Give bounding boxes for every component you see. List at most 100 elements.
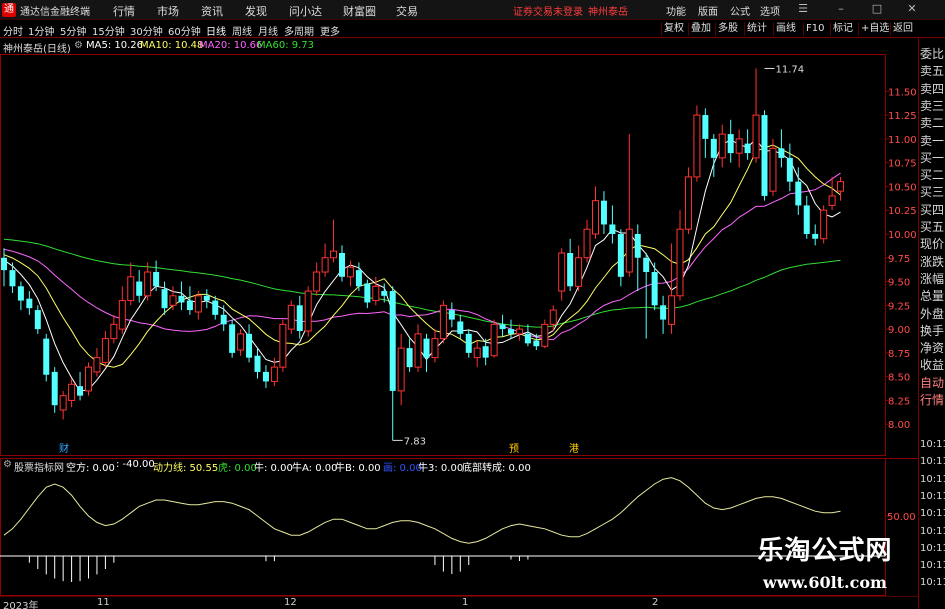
candle-body-up — [541, 323, 549, 347]
btn-tongji[interactable]: 统计 — [744, 22, 769, 36]
candle-body-up — [330, 250, 338, 259]
side-panel-item[interactable]: 10:11 — [920, 488, 945, 505]
candle-body-up — [85, 366, 92, 392]
candle-body-down — [761, 115, 768, 196]
side-panel-item[interactable]: 收益 — [920, 357, 945, 374]
candle-body-down — [364, 283, 371, 303]
btn-diejia[interactable]: 叠加 — [688, 22, 713, 36]
menu-jiaoyi[interactable]: 交易 — [396, 3, 418, 19]
close-icon[interactable]: ✕ — [905, 2, 919, 16]
low-annotation: 7.83 — [404, 436, 426, 447]
btn-zixuan[interactable]: +自选 — [858, 22, 891, 36]
period-fenshi[interactable]: 分时 — [3, 23, 23, 38]
side-panel-item[interactable]: 买一 — [920, 150, 945, 167]
period-weekly[interactable]: 周线 — [232, 23, 252, 38]
side-panel-item[interactable]: 买三 — [920, 184, 945, 201]
side-panel-item[interactable]: 10:11 — [920, 505, 945, 522]
side-panel-item[interactable]: 行情 — [920, 392, 945, 409]
side-panel-item[interactable]: 总量 — [920, 288, 945, 305]
side-panel-item[interactable]: 卖一 — [920, 133, 945, 150]
period-1min[interactable]: 1分钟 — [28, 23, 54, 38]
btn-huaxian[interactable]: 画线 — [773, 22, 798, 36]
settings-icon[interactable]: ⚙ — [74, 40, 83, 51]
menu-shichang[interactable]: 市场 — [157, 3, 179, 19]
period-monthly[interactable]: 月线 — [258, 23, 278, 38]
candle-body-down — [389, 291, 396, 391]
menu-caifuquan[interactable]: 财富圈 — [343, 3, 376, 19]
side-panel-item[interactable]: 10:11 — [920, 453, 945, 470]
watermark-url: www.60lt.com — [763, 573, 887, 592]
side-panel-item[interactable]: 外盘 — [920, 306, 945, 323]
menu-gongshi[interactable]: 公式 — [730, 3, 750, 18]
side-panel-item[interactable]: 净资 — [920, 340, 945, 357]
candle-body-up — [693, 114, 701, 178]
period-30min[interactable]: 30分钟 — [130, 23, 163, 38]
minimize-icon[interactable]: – — [834, 2, 848, 16]
menu-faxian[interactable]: 发现 — [245, 3, 267, 19]
btn-duogu[interactable]: 多股 — [715, 22, 740, 36]
price-tick-label: 11.25 — [888, 111, 917, 122]
candle-body-up — [321, 257, 329, 273]
btn-fuquan[interactable]: 复权 — [661, 22, 686, 36]
menu-bar: 通 通达信金融终端 行情 市场 资讯 发现 问小达 财富圈 交易 证券交易未登录… — [0, 0, 945, 20]
side-panel-item[interactable]: 自动 — [920, 375, 945, 392]
candle-body-up — [735, 138, 743, 154]
period-multi[interactable]: 多周期 — [284, 23, 314, 38]
event-marker: 财 — [59, 442, 69, 455]
price-tick-label: 8.75 — [888, 349, 910, 360]
candle-body-down — [43, 338, 50, 375]
side-panel-item[interactable]: 买二 — [920, 167, 945, 184]
candle-body-down — [262, 371, 269, 382]
kline-chart[interactable]: 11.50 11.25 11.00 10.75 10.50 10.25 10.00 9.75 9… — [0, 54, 918, 456]
maximize-icon[interactable]: □ — [870, 2, 884, 16]
side-panel-item[interactable]: 卖二 — [920, 115, 945, 132]
period-5min[interactable]: 5分钟 — [60, 23, 86, 38]
side-panel-item[interactable]: 委比 — [920, 46, 945, 63]
period-15min[interactable]: 15分钟 — [92, 23, 125, 38]
menu-wenxiaoda[interactable]: 问小达 — [289, 3, 322, 19]
date-label: 1 — [462, 597, 469, 608]
side-panel-item[interactable]: 卖三 — [920, 98, 945, 115]
menu-zixun[interactable]: 资讯 — [201, 3, 223, 19]
period-more[interactable]: 更多 — [320, 23, 340, 38]
side-panel-item[interactable]: 10:11 — [920, 471, 945, 488]
price-tick-label: 11.50 — [888, 87, 917, 98]
side-panel-item[interactable]: 涨幅 — [920, 271, 945, 288]
price-tick-label: 10.00 — [888, 230, 917, 241]
login-warning[interactable]: 证券交易未登录 — [513, 3, 583, 18]
side-panel-item[interactable]: 现价 — [920, 236, 945, 253]
candle-body-down — [508, 329, 514, 334]
btn-biaoji[interactable]: 标记 — [830, 22, 855, 36]
candle-body-up — [515, 328, 523, 335]
candle-body-down — [482, 346, 489, 358]
legend-ma5: MA5: 10.26 — [86, 40, 144, 51]
side-panel-item[interactable]: 卖五 — [920, 63, 945, 80]
side-panel-item[interactable]: 买五 — [920, 219, 945, 236]
date-label: 2023年 — [3, 601, 39, 609]
menu-gongneng[interactable]: 功能 — [666, 3, 686, 18]
candle-body-up — [270, 366, 278, 382]
candle-body-down — [803, 205, 810, 234]
period-daily[interactable]: 日线 — [206, 23, 226, 38]
side-panel-item[interactable]: 10:11 — [920, 557, 945, 574]
candle-body-down — [355, 270, 362, 287]
candle-body-down — [465, 333, 472, 353]
side-panel-item[interactable]: 10:11 — [920, 574, 945, 591]
candle-body-up — [752, 114, 760, 159]
side-panel-item[interactable]: 涨跌 — [920, 254, 945, 271]
menu-hangqing[interactable]: 行情 — [113, 3, 135, 19]
side-panel-item[interactable]: 10:11 — [920, 540, 945, 557]
side-panel-item[interactable]: 买四 — [920, 202, 945, 219]
candle-body-up — [144, 271, 152, 297]
period-60min[interactable]: 60分钟 — [168, 23, 201, 38]
side-panel-item[interactable]: 换手 — [920, 323, 945, 340]
btn-f10[interactable]: F10 — [803, 22, 826, 36]
candle-body-down — [423, 338, 430, 358]
menu-xuanxiang[interactable]: 选项 — [760, 3, 780, 18]
btn-fanhui[interactable]: 返回 — [890, 22, 915, 36]
side-panel-item[interactable]: 10:11 — [920, 436, 945, 453]
menu-banmian[interactable]: 版面 — [698, 3, 718, 18]
skin-icon[interactable]: ☰ — [796, 2, 810, 16]
side-panel-item[interactable]: 10:11 — [920, 523, 945, 540]
side-panel-item[interactable]: 卖四 — [920, 81, 945, 98]
